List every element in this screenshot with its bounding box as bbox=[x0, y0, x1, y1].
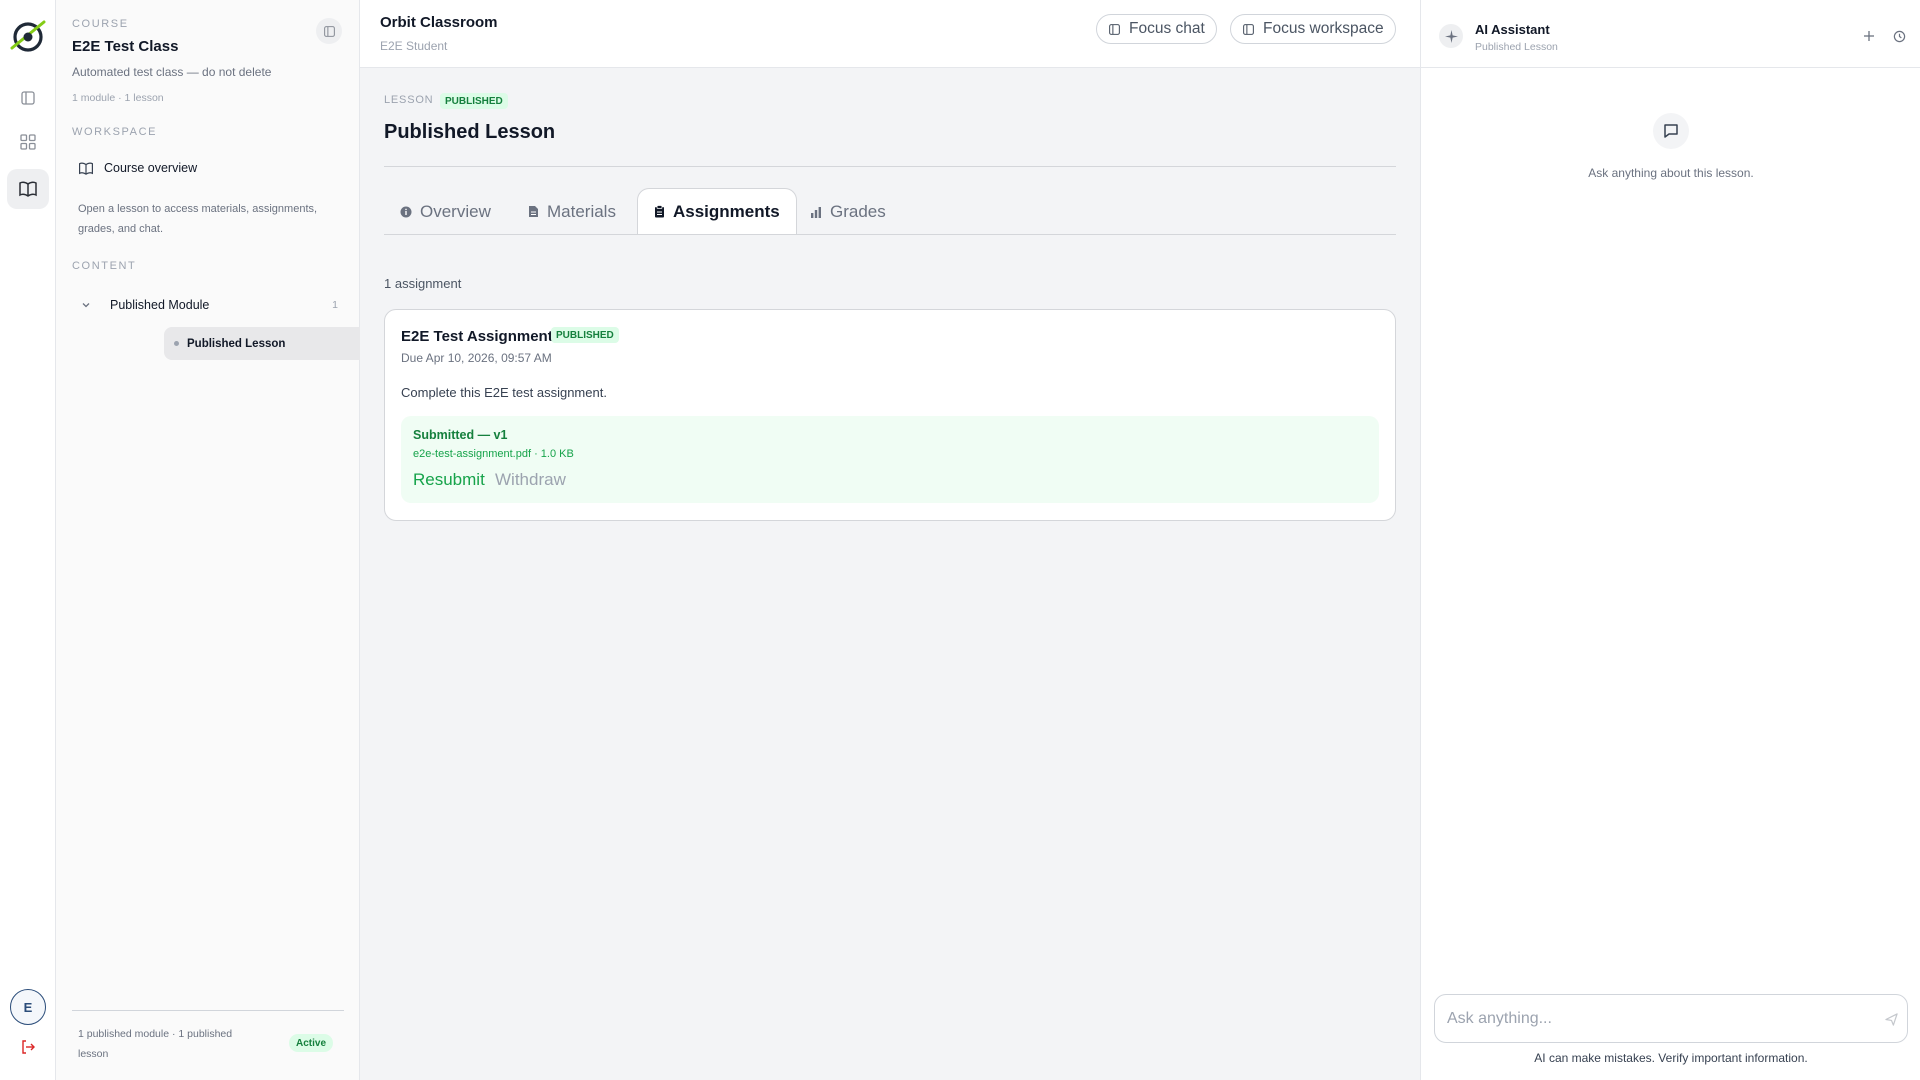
sparkle-icon bbox=[1439, 24, 1463, 48]
course-overview-label: Course overview bbox=[104, 161, 198, 175]
withdraw-button[interactable]: Withdraw bbox=[495, 470, 566, 490]
collapse-sidebar-button[interactable] bbox=[316, 18, 342, 44]
course-sidebar: COURSE E2E Test Class Automated test cla… bbox=[56, 0, 394, 1080]
new-chat-plus-icon[interactable] bbox=[1861, 28, 1877, 44]
focus-workspace-label: Focus workspace bbox=[1263, 20, 1384, 37]
course-overview-link[interactable]: Course overview bbox=[72, 158, 344, 178]
assignment-description: Complete this E2E test assignment. bbox=[401, 385, 607, 400]
course-title: E2E Test Class bbox=[72, 38, 179, 55]
orbit-logo-icon[interactable] bbox=[8, 18, 48, 56]
clipboard-icon bbox=[654, 205, 665, 218]
bar-chart-icon bbox=[810, 206, 822, 218]
lesson-status-badge: PUBLISHED bbox=[440, 93, 508, 109]
history-icon[interactable] bbox=[1891, 28, 1907, 44]
submission-panel: Submitted — v1 e2e-test-assignment.pdf ·… bbox=[401, 416, 1379, 503]
title-divider bbox=[384, 166, 1396, 167]
panel-icon bbox=[1108, 23, 1121, 36]
book-open-icon bbox=[78, 161, 94, 176]
workspace-help-text: Open a lesson to access materials, assig… bbox=[78, 203, 318, 235]
tabs-divider bbox=[384, 234, 1396, 235]
dashboard-grid-icon[interactable] bbox=[7, 122, 49, 162]
focus-chat-label: Focus chat bbox=[1129, 20, 1205, 37]
icon-rail: E bbox=[0, 0, 56, 1080]
assignment-status-badge: PUBLISHED bbox=[551, 327, 619, 343]
chevron-down-icon[interactable] bbox=[72, 300, 100, 310]
content-eyebrow: CONTENT bbox=[72, 260, 137, 272]
panel-icon bbox=[1242, 23, 1255, 36]
courses-book-icon[interactable] bbox=[7, 169, 49, 209]
assignment-count: 1 assignment bbox=[384, 276, 462, 291]
footer-divider bbox=[72, 1010, 344, 1011]
user-avatar[interactable]: E bbox=[10, 989, 46, 1025]
chat-input-box bbox=[1434, 994, 1908, 1043]
main-workspace: Orbit Classroom E2E Student Focus chat F… bbox=[360, 0, 1420, 1080]
ai-panel-title: AI Assistant bbox=[1475, 22, 1550, 37]
user-role: E2E Student bbox=[380, 39, 448, 53]
ai-disclaimer: AI can make mistakes. Verify important i… bbox=[1534, 1051, 1808, 1065]
submission-file[interactable]: e2e-test-assignment.pdf · 1.0 KB bbox=[413, 448, 574, 460]
tab-grades[interactable]: Grades bbox=[794, 188, 902, 235]
workspace-eyebrow: WORKSPACE bbox=[72, 126, 158, 138]
module-name: Published Module bbox=[110, 298, 210, 312]
assignment-card: E2E Test Assignment PUBLISHED Due Apr 10… bbox=[384, 309, 1396, 521]
resubmit-button[interactable]: Resubmit bbox=[413, 470, 485, 490]
ai-empty-state-text: Ask anything about this lesson. bbox=[1588, 166, 1754, 180]
logout-icon[interactable] bbox=[17, 1036, 39, 1058]
tab-assignments[interactable]: Assignments bbox=[637, 188, 797, 235]
course-meta: 1 module · 1 lesson bbox=[72, 92, 164, 104]
sidebar-toggle-icon[interactable] bbox=[7, 78, 49, 118]
lesson-title: Published Lesson bbox=[384, 121, 556, 143]
lesson-name: Published Lesson bbox=[187, 337, 286, 350]
lesson-eyebrow: LESSON bbox=[384, 94, 434, 106]
info-icon bbox=[400, 206, 412, 218]
send-icon[interactable] bbox=[1883, 1011, 1899, 1027]
assignment-due-date: Due Apr 10, 2026, 09:57 AM bbox=[401, 351, 552, 365]
focus-chat-button[interactable]: Focus chat bbox=[1096, 14, 1217, 44]
top-bar: Orbit Classroom E2E Student Focus chat F… bbox=[360, 0, 1420, 68]
course-status-badge: Active bbox=[289, 1034, 334, 1052]
tab-overview[interactable]: Overview bbox=[384, 188, 507, 235]
lesson-dot-icon bbox=[174, 341, 179, 346]
tab-label: Materials bbox=[547, 201, 616, 221]
focus-workspace-button[interactable]: Focus workspace bbox=[1230, 14, 1396, 44]
submission-status: Submitted — v1 bbox=[413, 428, 508, 442]
ai-assistant-panel: AI Assistant Published Lesson Ask anythi… bbox=[1420, 0, 1920, 1080]
chat-input[interactable] bbox=[1447, 1007, 1867, 1031]
tab-label: Overview bbox=[420, 201, 491, 221]
module-item[interactable]: Published Module 1 bbox=[72, 295, 344, 315]
assignment-title: E2E Test Assignment bbox=[401, 328, 553, 345]
footer-summary: 1 published module · 1 published lesson bbox=[78, 1028, 233, 1060]
tab-materials[interactable]: Materials bbox=[512, 188, 632, 235]
ai-panel-context: Published Lesson bbox=[1475, 41, 1558, 53]
course-eyebrow: COURSE bbox=[72, 18, 129, 30]
document-icon bbox=[528, 205, 539, 218]
tab-label: Assignments bbox=[673, 201, 780, 221]
app-title: Orbit Classroom bbox=[380, 14, 498, 31]
chat-bubble-icon bbox=[1653, 113, 1689, 149]
ai-panel-header: AI Assistant Published Lesson bbox=[1421, 0, 1920, 68]
tab-label: Grades bbox=[830, 201, 886, 221]
course-description: Automated test class — do not delete bbox=[72, 65, 272, 79]
module-lesson-count: 1 bbox=[332, 299, 338, 311]
